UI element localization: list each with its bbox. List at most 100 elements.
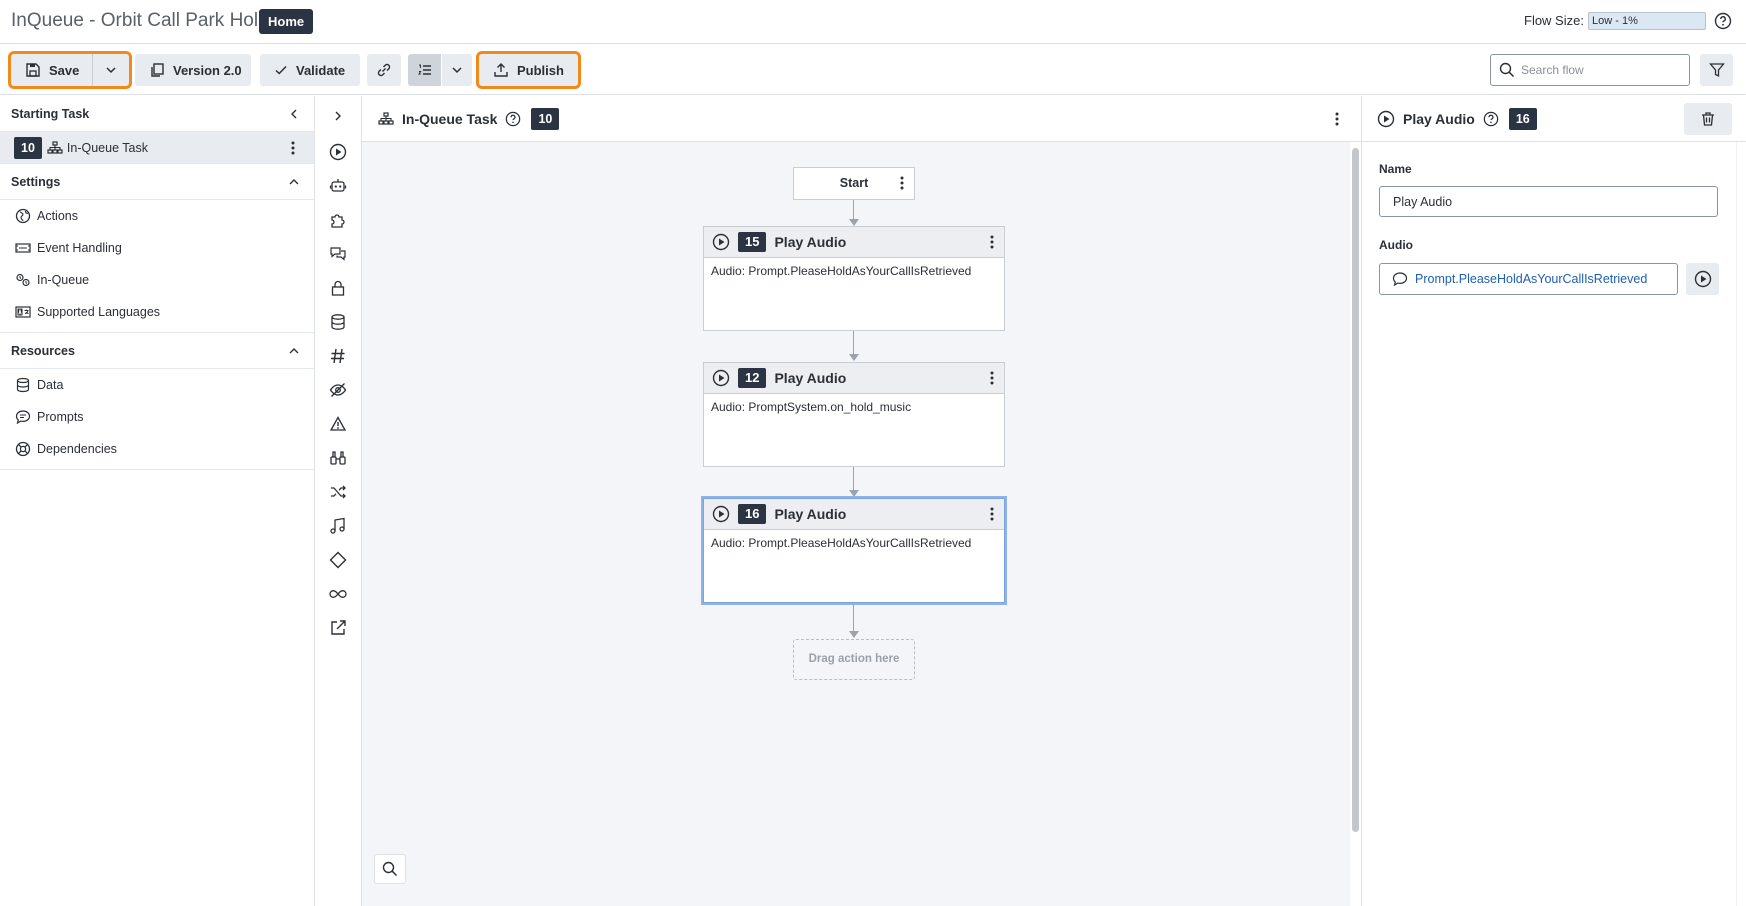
flow-node-play-audio[interactable]: 15 Play Audio Audio: Prompt.PleaseHoldAs… [703, 226, 1005, 331]
starting-task-item[interactable]: 10 In-Queue Task [0, 132, 314, 164]
kebab-menu-icon[interactable] [990, 235, 994, 249]
database-icon[interactable] [328, 312, 348, 332]
play-circle-icon [712, 233, 730, 251]
list-view-button[interactable] [408, 54, 441, 86]
connector-arrow [849, 631, 859, 638]
resources-header[interactable]: Resources [0, 333, 314, 369]
node-title: Play Audio [774, 234, 847, 250]
settings-header[interactable]: Settings [0, 164, 314, 200]
play-circle-icon[interactable] [328, 142, 348, 162]
flow-node-play-audio[interactable]: 12 Play Audio Audio: PromptSystem.on_hol… [703, 362, 1005, 467]
chevron-left-icon[interactable] [288, 108, 300, 120]
warning-icon[interactable] [328, 414, 348, 434]
publish-button[interactable]: Publish [476, 51, 581, 89]
diamond-icon[interactable] [328, 550, 348, 570]
bot-icon[interactable] [328, 176, 348, 196]
kebab-menu-icon[interactable] [900, 176, 904, 190]
chevron-down-icon [451, 64, 463, 76]
link-button[interactable] [367, 54, 401, 86]
save-button-group: Save [8, 51, 132, 89]
resources-item-dependencies[interactable]: Dependencies [0, 433, 314, 465]
settings-heading: Settings [11, 174, 61, 189]
kebab-menu-icon[interactable] [1335, 112, 1339, 126]
connector-arrow [849, 490, 859, 497]
chevron-right-icon[interactable] [328, 106, 348, 126]
node-number: 15 [738, 232, 767, 252]
validate-button[interactable]: Validate [260, 54, 360, 86]
search-icon [382, 861, 398, 877]
save-button[interactable]: Save [49, 63, 79, 78]
kebab-menu-icon[interactable] [990, 371, 994, 385]
resources-item-label: Prompts [37, 410, 84, 424]
flow-size-meter: Low - 1% [1588, 12, 1706, 30]
database-icon [15, 377, 31, 393]
settings-item-actions[interactable]: Actions [0, 200, 314, 232]
canvas-scrollbar[interactable] [1350, 142, 1361, 906]
node-title: Play Audio [774, 506, 847, 522]
external-link-icon[interactable] [328, 618, 348, 638]
infinity-icon[interactable] [328, 584, 348, 604]
settings-item-supported-languages[interactable]: Supported Languages [0, 296, 314, 328]
search-input[interactable]: Search flow [1490, 54, 1690, 86]
node-body: Audio: Prompt.PleaseHoldAsYourCallIsRetr… [711, 264, 972, 278]
node-header: 15 Play Audio [704, 227, 1004, 258]
search-placeholder: Search flow [1521, 63, 1584, 77]
properties-scrollbar[interactable] [1736, 142, 1746, 906]
starting-task-header[interactable]: Starting Task [0, 96, 314, 132]
resources-item-label: Data [37, 378, 64, 392]
task-name: In-Queue Task [66, 140, 148, 155]
event-icon [15, 240, 31, 256]
music-note-icon[interactable] [328, 516, 348, 536]
version-button[interactable]: Version 2.0 [135, 54, 251, 86]
properties-title: Play Audio [1403, 110, 1475, 127]
settings-item-label: Supported Languages [37, 305, 161, 319]
flow-canvas[interactable]: In-Queue Task 10 Start 15 Play Audio Aud… [362, 96, 1361, 906]
scrollbar-thumb[interactable] [1352, 148, 1359, 832]
audio-field[interactable]: Prompt.PleaseHoldAsYourCallIsRetrieved [1379, 263, 1678, 295]
node-number: 12 [738, 368, 767, 388]
numbered-list-icon [417, 62, 433, 78]
save-icon [25, 62, 41, 78]
flow-node-play-audio-selected[interactable]: 16 Play Audio Audio: Prompt.PleaseHoldAs… [701, 496, 1007, 605]
kebab-menu-icon[interactable] [291, 141, 295, 155]
save-dropdown-chevron-icon[interactable] [105, 64, 117, 76]
help-icon[interactable] [1714, 12, 1732, 30]
delete-button[interactable] [1684, 103, 1732, 135]
zoom-button[interactable] [374, 854, 406, 884]
chat-bubbles-icon[interactable] [328, 244, 348, 264]
toolbar: Save Version 2.0 Validate Publish Search… [0, 45, 1746, 95]
name-field[interactable] [1379, 186, 1718, 217]
binoculars-icon[interactable] [328, 448, 348, 468]
connector-line [853, 331, 854, 354]
preview-audio-button[interactable] [1686, 263, 1719, 295]
audio-value: Prompt.PleaseHoldAsYourCallIsRetrieved [1415, 272, 1648, 286]
help-icon[interactable] [1483, 111, 1499, 127]
action-toolbox [315, 96, 362, 906]
kebab-menu-icon[interactable] [990, 507, 994, 521]
node-number: 16 [738, 504, 767, 524]
eye-slash-icon[interactable] [328, 380, 348, 400]
resources-item-prompts[interactable]: Prompts [0, 401, 314, 433]
start-node[interactable]: Start [793, 167, 915, 200]
drop-zone[interactable]: Drag action here [793, 639, 915, 680]
settings-item-in-queue[interactable]: In-Queue [0, 264, 314, 296]
chevron-up-icon[interactable] [288, 176, 300, 188]
filter-button[interactable] [1700, 54, 1733, 86]
flow-title: InQueue - Orbit Call Park Hold [11, 10, 269, 31]
canvas-header: In-Queue Task 10 [362, 96, 1361, 142]
name-label: Name [1379, 162, 1412, 176]
hash-icon[interactable] [328, 346, 348, 366]
lock-icon[interactable] [328, 278, 348, 298]
speech-bubble-icon [15, 409, 31, 425]
home-badge[interactable]: Home [259, 9, 314, 34]
chevron-up-icon[interactable] [288, 345, 300, 357]
list-view-dropdown[interactable] [442, 54, 472, 86]
puzzle-icon[interactable] [328, 210, 348, 230]
speech-bubble-icon [1392, 271, 1408, 287]
resources-item-data[interactable]: Data [0, 369, 314, 401]
settings-item-event-handling[interactable]: Event Handling [0, 232, 314, 264]
trash-icon [1700, 111, 1716, 127]
help-icon[interactable] [505, 111, 521, 127]
publish-label: Publish [517, 62, 564, 78]
shuffle-icon[interactable] [328, 482, 348, 502]
